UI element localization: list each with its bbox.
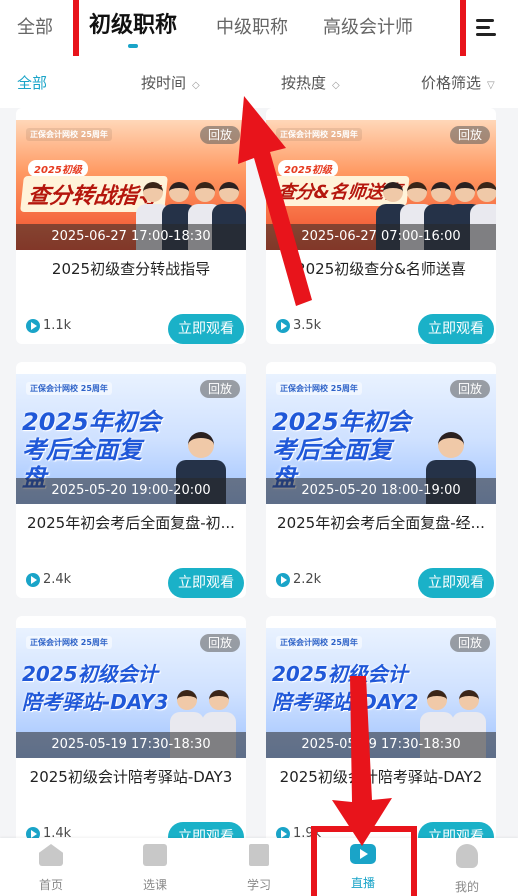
filter-by-hot[interactable]: 按热度 ◇ <box>281 72 340 93</box>
view-count: 2.2k <box>276 572 321 587</box>
book-icon <box>249 844 269 866</box>
menu-icon[interactable] <box>476 17 498 39</box>
live-card[interactable]: 正保会计网校 25周年 回放 2025初级会计 陪考驿站-DAY2 2025-0… <box>266 616 496 852</box>
brand-logo: 正保会计网校 25周年 <box>276 128 362 141</box>
live-time: 2025-05-20 19:00-20:00 <box>16 478 246 504</box>
brand-logo: 正保会计网校 25周年 <box>26 128 112 141</box>
thumbnail-subtitle: 2025初级 <box>278 160 338 177</box>
nav-study[interactable]: 学习 <box>229 844 289 893</box>
filter-by-hot-label: 按热度 <box>281 74 327 92</box>
filter-bar: 全部 按时间 ◇ 按热度 ◇ 价格筛选 ▽ <box>0 56 518 108</box>
annotation-highlight-box <box>311 826 417 896</box>
filter-by-time-label: 按时间 <box>141 74 187 92</box>
play-icon <box>276 318 290 333</box>
sort-icon: ◇ <box>332 80 340 91</box>
filter-price-label: 价格筛选 <box>421 74 482 92</box>
filter-by-time[interactable]: 按时间 ◇ <box>141 72 200 93</box>
replay-badge: 回放 <box>450 380 490 398</box>
view-count: 2.4k <box>26 572 71 587</box>
brand-logo: 正保会计网校 25周年 <box>26 636 112 649</box>
play-icon <box>26 318 40 333</box>
card-thumbnail: 正保会计网校 25周年 回放 2025年初会 考后全面复盘 2025-05-20… <box>266 374 496 504</box>
play-icon <box>276 572 290 587</box>
home-icon <box>39 844 63 866</box>
card-thumbnail: 正保会计网校 25周年 回放 2025初级 查分&名师送喜 2025-06-27… <box>266 120 496 250</box>
card-title: 2025初级会计陪考驿站-DAY2 <box>279 768 483 786</box>
filter-all[interactable]: 全部 <box>17 72 47 93</box>
replay-badge: 回放 <box>200 634 240 652</box>
live-time: 2025-06-27 07:00-16:00 <box>266 224 496 250</box>
card-thumbnail: 正保会计网校 25周年 回放 2025年初会 考后全面复盘 2025-05-20… <box>16 374 246 504</box>
shopping-bag-icon <box>143 844 167 866</box>
replay-badge: 回放 <box>450 634 490 652</box>
brand-logo: 正保会计网校 25周年 <box>26 382 112 395</box>
live-time: 2025-05-19 17:30-18:30 <box>16 732 246 758</box>
card-title: 2025初级会计陪考驿站-DAY3 <box>29 768 233 786</box>
view-count-value: 3.5k <box>293 318 322 333</box>
nav-courses[interactable]: 选课 <box>125 844 185 893</box>
nav-me-label: 我的 <box>454 880 479 894</box>
thumbnail-headline: 2025初级会计 陪考驿站-DAY3 <box>22 662 169 714</box>
view-count: 1.1k <box>26 318 71 333</box>
nav-home[interactable]: 首页 <box>21 844 81 893</box>
card-title: 2025年初会考后全面复盘-经... <box>277 514 485 532</box>
play-icon <box>26 572 40 587</box>
watch-now-button[interactable]: 立即观看 <box>418 568 494 598</box>
brand-logo: 正保会计网校 25周年 <box>276 382 362 395</box>
live-card[interactable]: 正保会计网校 25周年 回放 2025初级 查分转战指导 2025-06-27 … <box>16 108 246 344</box>
card-thumbnail: 正保会计网校 25周年 回放 2025初级 查分转战指导 2025-06-27 … <box>16 120 246 250</box>
view-count-value: 2.2k <box>293 572 322 587</box>
nav-courses-label: 选课 <box>142 878 167 892</box>
card-title: 2025年初会考后全面复盘-初... <box>27 514 235 532</box>
replay-badge: 回放 <box>450 126 490 144</box>
view-count: 3.5k <box>276 318 321 333</box>
live-card[interactable]: 正保会计网校 25周年 回放 2025初级 查分&名师送喜 2025-06-27… <box>266 108 496 344</box>
replay-badge: 回放 <box>200 380 240 398</box>
view-count-value: 2.4k <box>43 572 72 587</box>
card-title: 2025初级查分转战指导 <box>51 260 211 278</box>
live-card[interactable]: 正保会计网校 25周年 回放 2025年初会 考后全面复盘 2025-05-20… <box>266 362 496 598</box>
filter-icon: ▽ <box>487 80 495 91</box>
nav-study-label: 学习 <box>246 878 271 892</box>
nav-home-label: 首页 <box>38 878 63 892</box>
replay-badge: 回放 <box>200 126 240 144</box>
view-count-value: 1.1k <box>43 318 72 333</box>
sort-icon: ◇ <box>192 80 200 91</box>
card-thumbnail: 正保会计网校 25周年 回放 2025初级会计 陪考驿站-DAY3 2025-0… <box>16 628 246 758</box>
user-icon <box>456 844 478 868</box>
live-time: 2025-05-20 18:00-19:00 <box>266 478 496 504</box>
card-thumbnail: 正保会计网校 25周年 回放 2025初级会计 陪考驿站-DAY2 2025-0… <box>266 628 496 758</box>
bottom-nav: 首页 选课 学习 直播 我的 <box>0 838 518 896</box>
live-time: 2025-05-19 17:30-18:30 <box>266 732 496 758</box>
card-title: 2025初级查分&名师送喜 <box>296 260 466 278</box>
live-card[interactable]: 正保会计网校 25周年 回放 2025初级会计 陪考驿站-DAY3 2025-0… <box>16 616 246 852</box>
thumbnail-headline: 2025初级会计 陪考驿站-DAY2 <box>272 662 419 714</box>
filter-price[interactable]: 价格筛选 ▽ <box>421 72 495 93</box>
watch-now-button[interactable]: 立即观看 <box>168 314 244 344</box>
thumbnail-subtitle: 2025初级 <box>28 160 88 177</box>
watch-now-button[interactable]: 立即观看 <box>168 568 244 598</box>
tab-all[interactable]: 全部 <box>17 14 53 42</box>
watch-now-button[interactable]: 立即观看 <box>418 314 494 344</box>
live-time: 2025-06-27 17:00-18:30 <box>16 224 246 250</box>
brand-logo: 正保会计网校 25周年 <box>276 636 362 649</box>
nav-me[interactable]: 我的 <box>437 844 497 895</box>
live-card[interactable]: 正保会计网校 25周年 回放 2025年初会 考后全面复盘 2025-05-20… <box>16 362 246 598</box>
